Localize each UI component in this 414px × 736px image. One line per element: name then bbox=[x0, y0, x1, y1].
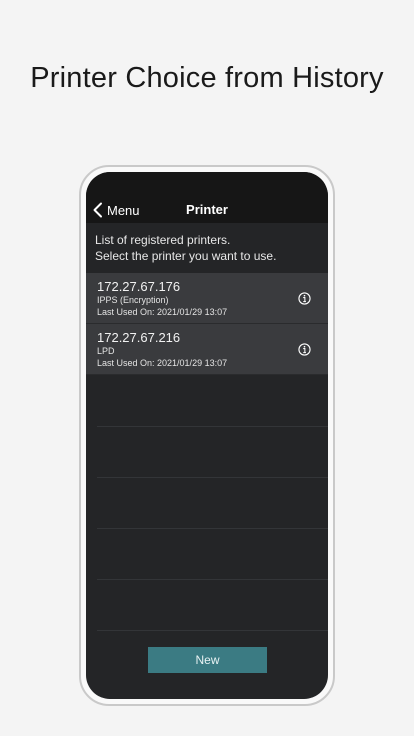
navigation-bar: Menu Printer bbox=[86, 172, 328, 223]
printer-ip: 172.27.67.176 bbox=[97, 279, 181, 294]
new-printer-button[interactable]: New bbox=[148, 647, 267, 673]
printer-protocol: IPPS (Encryption) bbox=[97, 295, 169, 305]
info-circle-icon[interactable] bbox=[298, 292, 311, 305]
empty-row-divider bbox=[97, 630, 328, 631]
printer-last-used: Last Used On: 2021/01/29 13:07 bbox=[97, 358, 228, 368]
page-headline: Printer Choice from History bbox=[30, 62, 384, 94]
printer-protocol: LPD bbox=[97, 346, 115, 356]
info-circle-icon[interactable] bbox=[298, 343, 311, 356]
empty-row-divider bbox=[97, 477, 328, 478]
intro-line-1: List of registered printers. bbox=[95, 233, 231, 247]
empty-row-divider bbox=[97, 528, 328, 529]
empty-row-divider bbox=[97, 426, 328, 427]
printer-last-used: Last Used On: 2021/01/29 13:07 bbox=[97, 307, 228, 317]
intro-line-2: Select the printer you want to use. bbox=[95, 249, 277, 263]
intro-text: List of registered printers. Select the … bbox=[95, 232, 325, 264]
printer-list: 172.27.67.176 IPPS (Encryption) Last Use… bbox=[86, 273, 328, 375]
empty-row-divider bbox=[97, 579, 328, 580]
phone-screen: Menu Printer List of registered printers… bbox=[86, 172, 328, 699]
printer-row[interactable]: 172.27.67.176 IPPS (Encryption) Last Use… bbox=[86, 273, 328, 324]
printer-ip: 172.27.67.216 bbox=[97, 330, 181, 345]
printer-row[interactable]: 172.27.67.216 LPD Last Used On: 2021/01/… bbox=[86, 324, 328, 375]
screen-title: Printer bbox=[186, 202, 228, 217]
